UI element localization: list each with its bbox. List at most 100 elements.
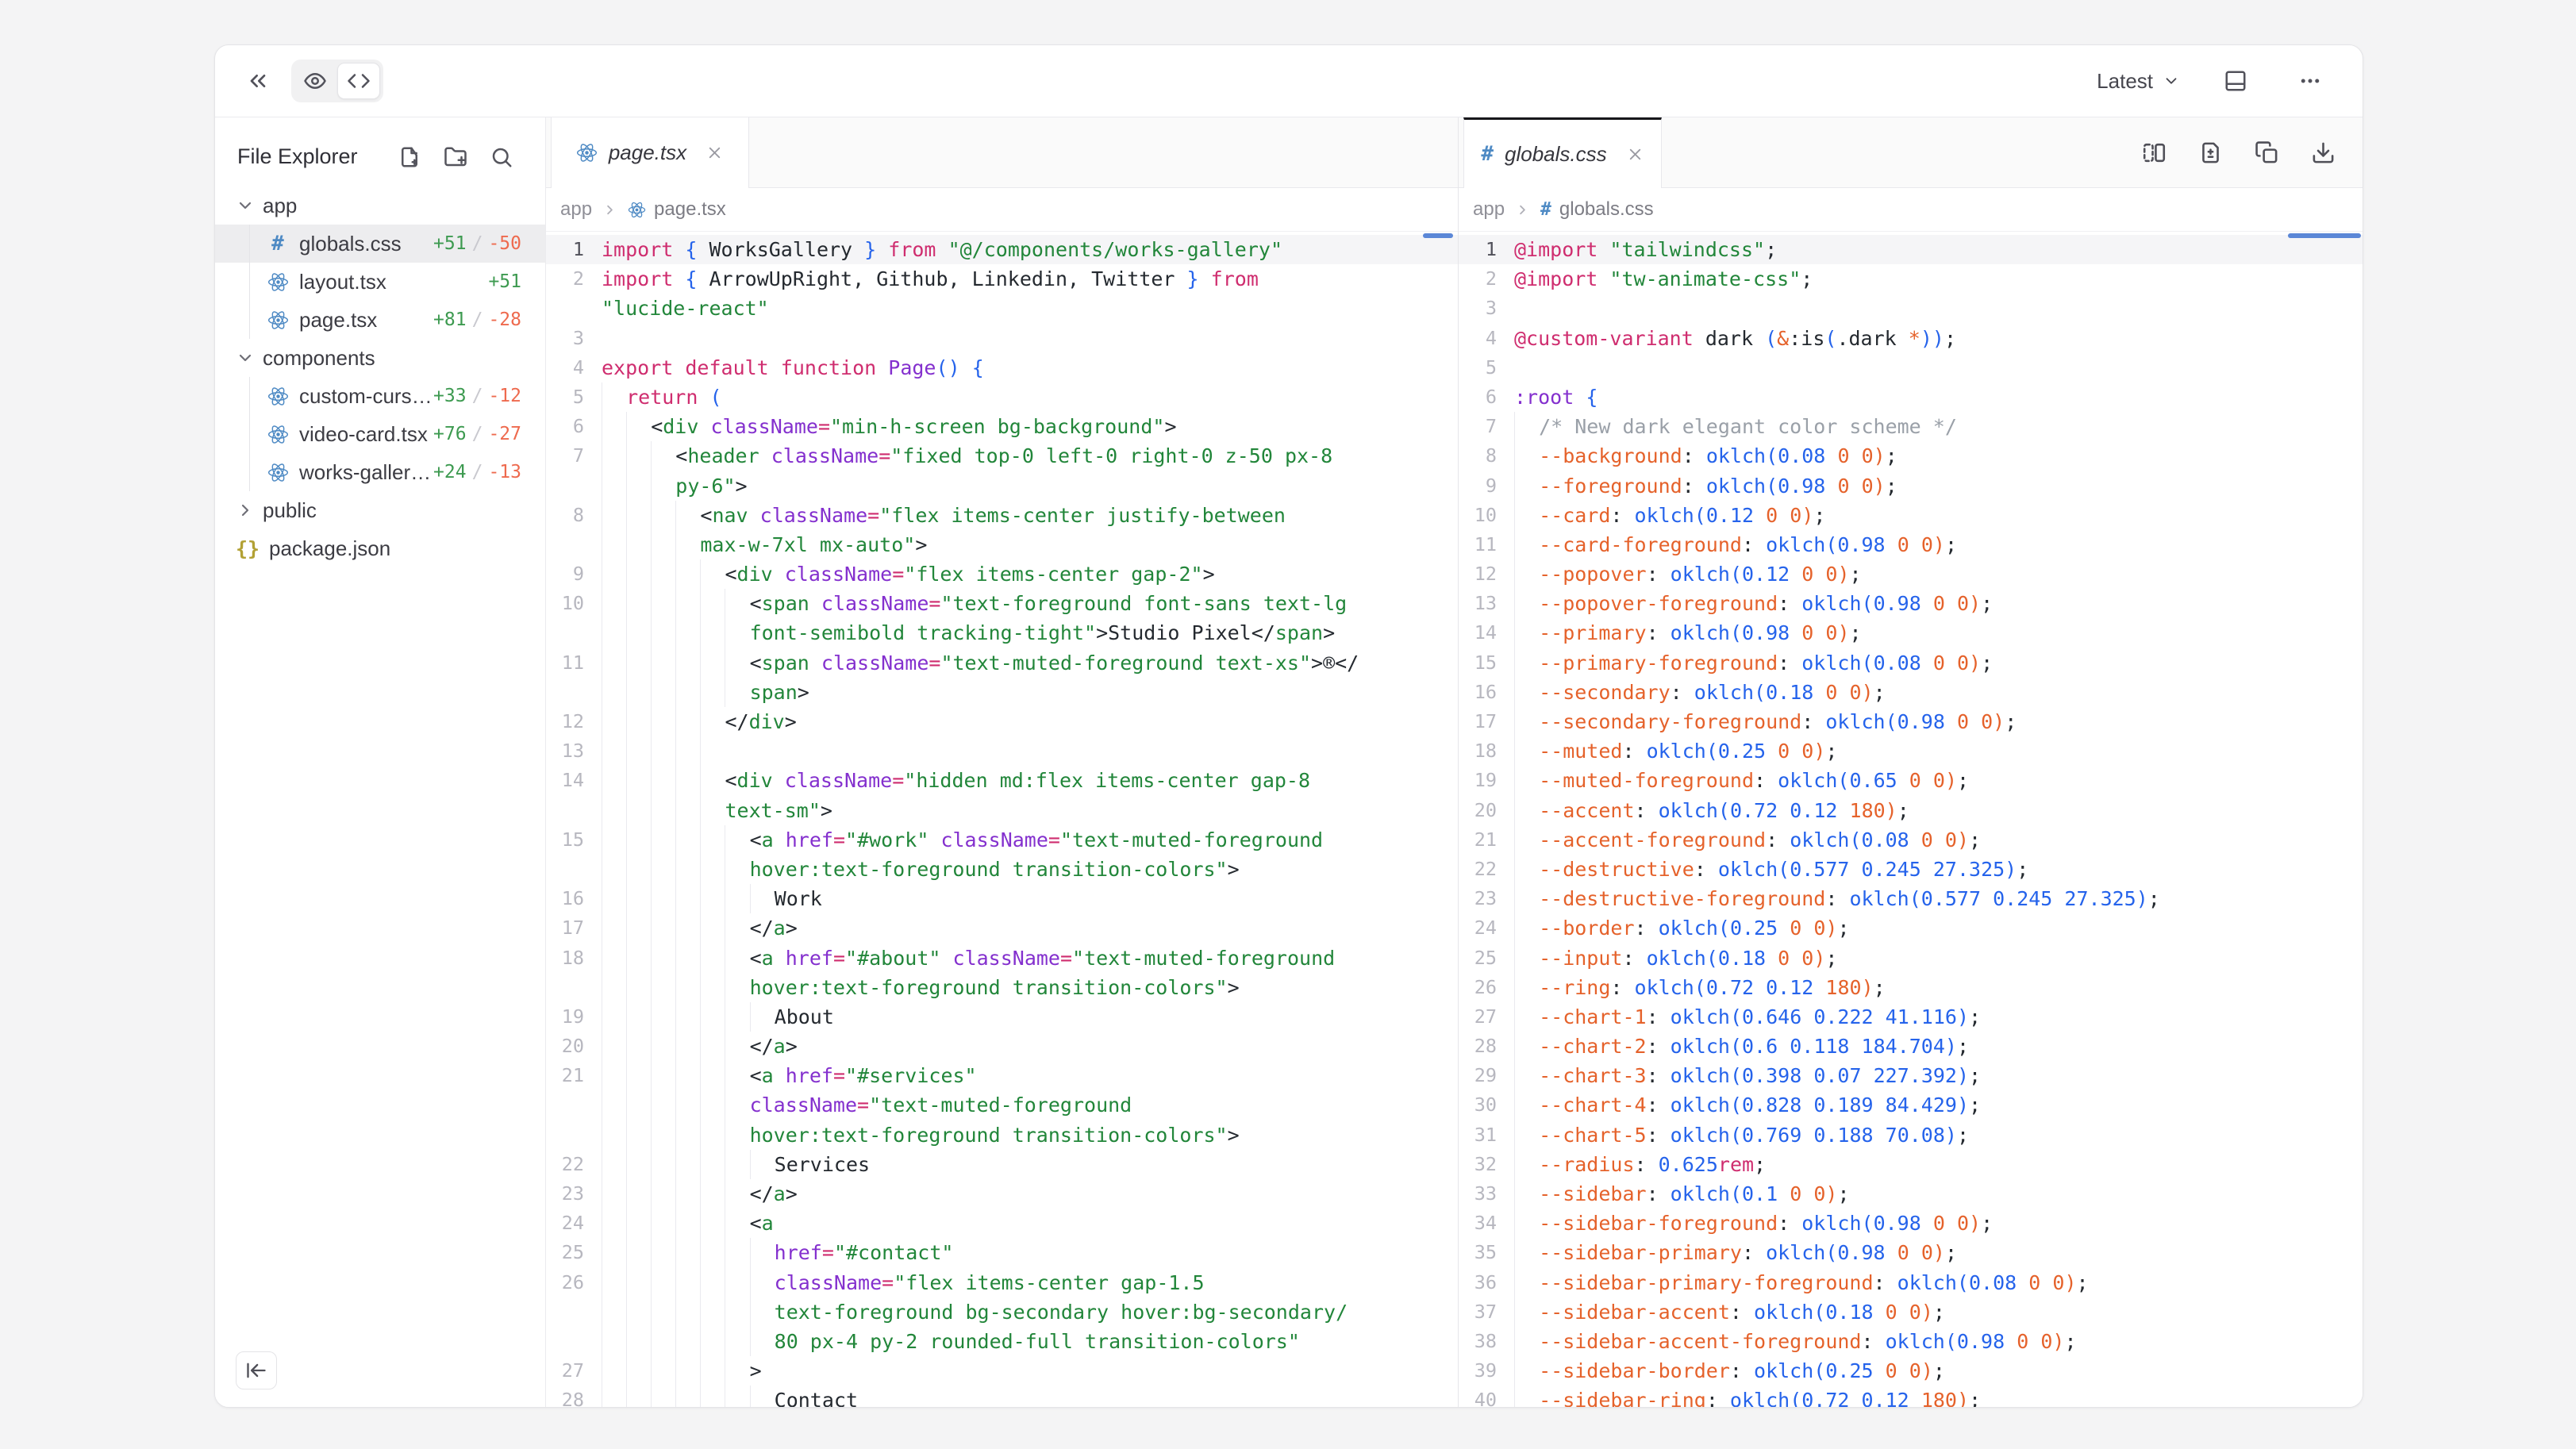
code-line[interactable]: 6:root { (1459, 382, 2363, 412)
code-line[interactable]: font-semibold tracking-tight">Studio Pix… (546, 618, 1458, 648)
code-line[interactable]: 16Work (546, 884, 1458, 913)
code-line[interactable]: 11--card-foreground: oklch(0.98 0 0); (1459, 530, 2363, 559)
code-line[interactable]: span> (546, 678, 1458, 707)
code-line[interactable]: 22--destructive: oklch(0.577 0.245 27.32… (1459, 855, 2363, 884)
code-editor-page-tsx[interactable]: 1import { WorksGallery } from "@/compone… (546, 232, 1458, 1407)
code-line[interactable]: 32--radius: 0.625rem; (1459, 1150, 2363, 1179)
code-line[interactable]: 14--primary: oklch(0.98 0 0); (1459, 618, 2363, 648)
code-line[interactable]: 22Services (546, 1150, 1458, 1179)
download-button[interactable] (2311, 140, 2336, 165)
tree-folder-public[interactable]: public (215, 491, 545, 529)
code-line[interactable]: 3 (1459, 294, 2363, 323)
tab-globals-css[interactable]: # globals.css (1463, 117, 1662, 188)
code-line[interactable]: 13--popover-foreground: oklch(0.98 0 0); (1459, 589, 2363, 618)
code-line[interactable]: 17</a> (546, 913, 1458, 943)
code-line[interactable]: 15<a href="#work" className="text-muted-… (546, 825, 1458, 855)
tree-file-layout.tsx[interactable]: layout.tsx+51 (215, 263, 545, 301)
code-line[interactable]: 37--sidebar-accent: oklch(0.18 0 0); (1459, 1297, 2363, 1327)
code-line[interactable]: 24--border: oklch(0.25 0 0); (1459, 913, 2363, 943)
code-line[interactable]: 19--muted-foreground: oklch(0.65 0 0); (1459, 766, 2363, 795)
code-line[interactable]: 15--primary-foreground: oklch(0.08 0 0); (1459, 648, 2363, 678)
code-line[interactable]: 9--foreground: oklch(0.98 0 0); (1459, 471, 2363, 501)
code-line[interactable]: 9<div className="flex items-center gap-2… (546, 559, 1458, 589)
tree-file-custom-curs[interactable]: custom-curs…+33/-12 (215, 377, 545, 415)
code-line[interactable]: 21<a href="#services" (546, 1061, 1458, 1090)
code-line[interactable]: 24<a (546, 1209, 1458, 1238)
code-line[interactable]: hover:text-foreground transition-colors"… (546, 855, 1458, 884)
code-line[interactable]: 12--popover: oklch(0.12 0 0); (1459, 559, 2363, 589)
code-line[interactable]: 35--sidebar-primary: oklch(0.98 0 0); (1459, 1238, 2363, 1267)
file-diff-button[interactable] (2198, 140, 2223, 165)
code-toggle-button[interactable] (337, 63, 380, 99)
collapse-panel-button[interactable] (239, 62, 277, 100)
tab-page-tsx[interactable]: page.tsx (551, 117, 749, 188)
code-line[interactable]: 16--secondary: oklch(0.18 0 0); (1459, 678, 2363, 707)
code-line[interactable]: 25href="#contact" (546, 1238, 1458, 1267)
code-line[interactable]: 80 px-4 py-2 rounded-full transition-col… (546, 1327, 1458, 1356)
tree-file-page.tsx[interactable]: page.tsx+81/-28 (215, 301, 545, 339)
code-line[interactable]: max-w-7xl mx-auto"> (546, 530, 1458, 559)
code-line[interactable]: className="text-muted-foreground (546, 1090, 1458, 1120)
code-line[interactable]: 38--sidebar-accent-foreground: oklch(0.9… (1459, 1327, 2363, 1356)
code-line[interactable]: 2@import "tw-animate-css"; (1459, 264, 2363, 294)
code-line[interactable]: 7/* New dark elegant color scheme */ (1459, 412, 2363, 441)
code-line[interactable]: 8<nav className="flex items-center justi… (546, 501, 1458, 530)
code-line[interactable]: hover:text-foreground transition-colors"… (546, 973, 1458, 1002)
code-line[interactable]: 1@import "tailwindcss"; (1459, 235, 2363, 264)
code-line[interactable]: 34--sidebar-foreground: oklch(0.98 0 0); (1459, 1209, 2363, 1238)
code-line[interactable]: 21--accent-foreground: oklch(0.08 0 0); (1459, 825, 2363, 855)
code-line[interactable]: hover:text-foreground transition-colors"… (546, 1120, 1458, 1150)
code-line[interactable]: 8--background: oklch(0.08 0 0); (1459, 441, 2363, 471)
code-line[interactable]: 18--muted: oklch(0.25 0 0); (1459, 736, 2363, 766)
code-line[interactable]: 33--sidebar: oklch(0.1 0 0); (1459, 1179, 2363, 1209)
code-line[interactable]: 12</div> (546, 707, 1458, 736)
code-line[interactable]: 3 (546, 324, 1458, 353)
tree-file-works-galler[interactable]: works-galler…+24/-13 (215, 453, 545, 491)
code-line[interactable]: 39--sidebar-border: oklch(0.25 0 0); (1459, 1356, 2363, 1386)
code-line[interactable]: 4@custom-variant dark (&:is(.dark *)); (1459, 324, 2363, 353)
code-line[interactable]: 2import { ArrowUpRight, Github, Linkedin… (546, 264, 1458, 294)
code-line[interactable]: text-sm"> (546, 796, 1458, 825)
split-view-button[interactable] (2142, 140, 2167, 165)
code-line[interactable]: 6<div className="min-h-screen bg-backgro… (546, 412, 1458, 441)
copy-button[interactable] (2255, 140, 2279, 165)
breadcrumb-file[interactable]: # globals.css (1540, 198, 1654, 221)
code-line[interactable]: "lucide-react" (546, 294, 1458, 323)
code-line[interactable]: 14<div className="hidden md:flex items-c… (546, 766, 1458, 795)
tree-file-video-card.tsx[interactable]: video-card.tsx+76/-27 (215, 415, 545, 453)
code-line[interactable]: 19About (546, 1002, 1458, 1032)
code-line[interactable]: 1import { WorksGallery } from "@/compone… (546, 235, 1458, 264)
code-line[interactable]: 4export default function Page() { (546, 353, 1458, 382)
code-line[interactable]: 25--input: oklch(0.18 0 0); (1459, 944, 2363, 973)
code-line[interactable]: 28Contact (546, 1386, 1458, 1407)
more-options-button[interactable] (2291, 62, 2329, 100)
code-line[interactable]: 17--secondary-foreground: oklch(0.98 0 0… (1459, 707, 2363, 736)
code-line[interactable]: 5 (1459, 353, 2363, 382)
collapse-sidebar-button[interactable] (236, 1351, 277, 1389)
code-line[interactable]: 36--sidebar-primary-foreground: oklch(0.… (1459, 1268, 2363, 1297)
code-line[interactable]: 27> (546, 1356, 1458, 1386)
code-line[interactable]: 31--chart-5: oklch(0.769 0.188 70.08); (1459, 1120, 2363, 1150)
code-line[interactable]: 10--card: oklch(0.12 0 0); (1459, 501, 2363, 530)
breadcrumb-file[interactable]: page.tsx (628, 198, 726, 221)
code-line[interactable]: 18<a href="#about" className="text-muted… (546, 944, 1458, 973)
close-tab-icon[interactable] (706, 144, 724, 162)
code-editor-globals-css[interactable]: 1@import "tailwindcss";2@import "tw-anim… (1459, 232, 2363, 1407)
tree-file-globals.css[interactable]: #globals.css+51/-50 (215, 225, 545, 263)
search-button[interactable] (490, 145, 513, 169)
code-line[interactable]: 5return ( (546, 382, 1458, 412)
tree-folder-components[interactable]: components (215, 339, 545, 377)
code-line[interactable]: 23</a> (546, 1179, 1458, 1209)
code-line[interactable]: 7<header className="fixed top-0 left-0 r… (546, 441, 1458, 471)
version-dropdown[interactable]: Latest (2097, 69, 2180, 94)
preview-toggle-button[interactable] (294, 63, 336, 98)
code-line[interactable]: 40--sidebar-ring: oklch(0.72 0.12 180); (1459, 1386, 2363, 1407)
code-line[interactable]: 23--destructive-foreground: oklch(0.577 … (1459, 884, 2363, 913)
code-line[interactable]: 13 (546, 736, 1458, 766)
code-line[interactable]: 10<span className="text-foreground font-… (546, 589, 1458, 618)
code-line[interactable]: 26--ring: oklch(0.72 0.12 180); (1459, 973, 2363, 1002)
panel-bottom-button[interactable] (2217, 62, 2255, 100)
code-line[interactable]: 29--chart-3: oklch(0.398 0.07 227.392); (1459, 1061, 2363, 1090)
code-line[interactable]: 20--accent: oklch(0.72 0.12 180); (1459, 796, 2363, 825)
new-folder-button[interactable] (444, 145, 467, 169)
